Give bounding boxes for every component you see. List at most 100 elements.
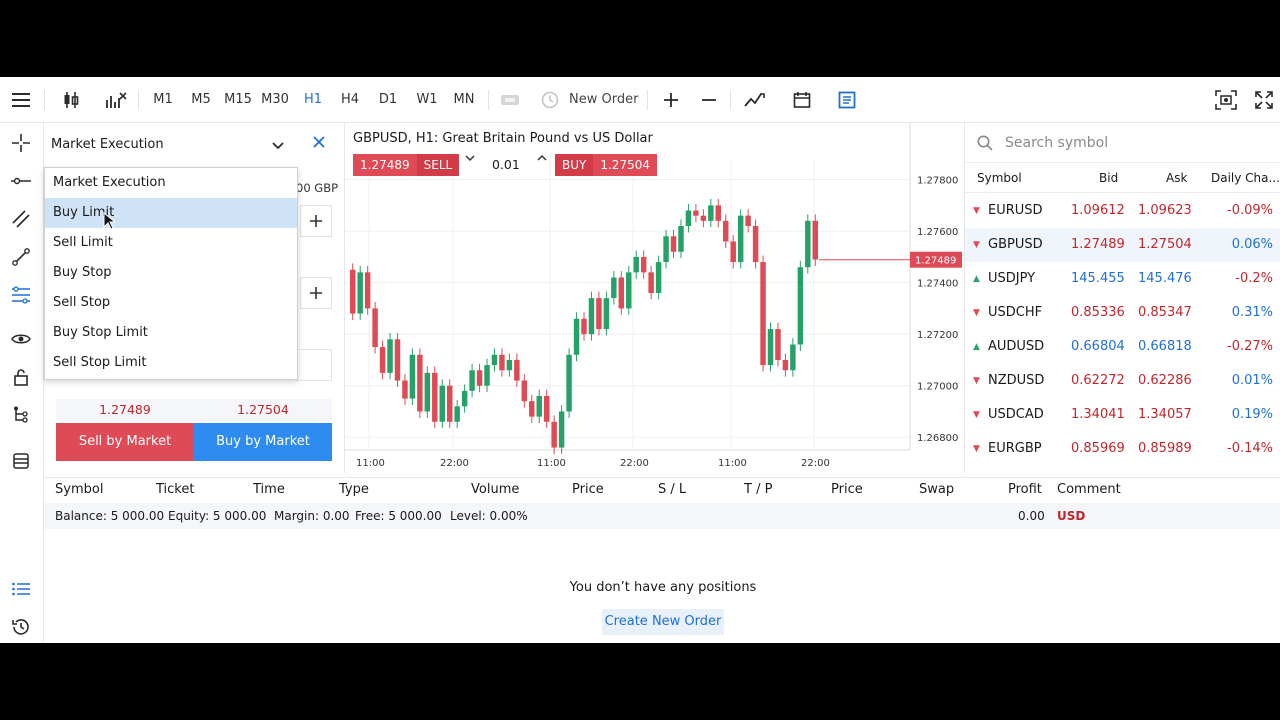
timeframe-m1[interactable]: M1 [150, 77, 176, 123]
watchlist-row[interactable]: ▼ EURGBP 0.85969 0.85989 -0.14% [965, 432, 1280, 466]
option-sell-limit[interactable]: Sell Limit [45, 228, 297, 258]
layers-icon[interactable] [9, 449, 33, 473]
header-ask[interactable]: Ask [1166, 163, 1187, 193]
close-icon[interactable] [312, 135, 326, 153]
col-comment[interactable]: Comment [1057, 478, 1121, 502]
lock-icon[interactable] [9, 365, 33, 389]
candle-body [402, 380, 408, 399]
y-tick-label: 1.26800 [917, 433, 958, 444]
col-ticket[interactable]: Ticket [156, 478, 194, 502]
fibonacci-icon[interactable] [9, 283, 33, 307]
objects-tree-icon[interactable] [9, 403, 33, 427]
candle-body [685, 210, 692, 226]
header-symbol[interactable]: Symbol [977, 163, 1022, 193]
free-margin: Free: 5 000.00 [355, 509, 442, 523]
quick-sell-button[interactable]: 1.27489 SELL [353, 154, 460, 176]
option-buy-limit[interactable]: Buy Limit [45, 198, 297, 228]
sell-by-market-button[interactable]: Sell by Market [56, 423, 194, 461]
option-market-execution[interactable]: Market Execution [45, 168, 297, 198]
col-volume[interactable]: Volume [471, 478, 519, 502]
chevron-down-icon[interactable] [272, 139, 284, 154]
new-order-button[interactable]: New Order [569, 77, 638, 123]
indicators-icon[interactable] [102, 77, 130, 123]
create-new-order-button[interactable]: Create New Order [602, 609, 724, 635]
symbol-search[interactable]: Search symbol [965, 123, 1280, 163]
col-time[interactable]: Time [253, 478, 285, 502]
watchlist-row[interactable]: ▼ GBPUSD 1.27489 1.27504 0.06% [965, 228, 1280, 262]
option-buy-stop-limit[interactable]: Buy Stop Limit [45, 318, 297, 348]
timeframe-d1[interactable]: D1 [375, 77, 401, 123]
timeframe-m5[interactable]: M5 [187, 77, 215, 123]
row-ask: 1.34057 [1138, 407, 1192, 422]
col-profit[interactable]: Profit [1008, 478, 1042, 502]
row-symbol: USDJPY [988, 271, 1036, 286]
option-sell-stop-limit[interactable]: Sell Stop Limit [45, 348, 297, 378]
quick-volume-value[interactable]: 0.01 [492, 154, 520, 176]
fullscreen-icon[interactable] [1252, 77, 1276, 123]
arrow-down-icon: ▼ [973, 376, 980, 386]
row-symbol: EURGBP [988, 441, 1042, 456]
arrow-down-icon: ▼ [973, 240, 980, 250]
calendar-icon[interactable] [790, 77, 814, 123]
increase-volume-button[interactable] [300, 205, 332, 237]
price-chart[interactable]: 1.27800 1.27600 1.27400 1.27200 1.27000 1.268… [344, 123, 964, 473]
arrow-down-icon: ▼ [973, 444, 980, 454]
zoom-out-icon[interactable] [698, 77, 720, 123]
col-symbol[interactable]: Symbol [55, 478, 103, 502]
watchlist-row[interactable]: ▼ USDCHF 0.85336 0.85347 0.31% [965, 296, 1280, 330]
screenshot-icon[interactable] [1213, 77, 1239, 123]
quick-volume-field[interactable]: 0.01 [461, 154, 553, 176]
notes-icon[interactable] [835, 77, 859, 123]
timeframe-m15[interactable]: M15 [223, 77, 253, 123]
one-click-trading-icon[interactable] [498, 77, 522, 123]
candle-body [663, 236, 669, 263]
horizontal-line-icon[interactable] [9, 169, 33, 193]
candle-body [723, 220, 729, 242]
history-icon[interactable] [9, 615, 33, 639]
col-swap[interactable]: Swap [919, 478, 954, 502]
increase-price-button[interactable] [300, 277, 332, 309]
crosshair-icon[interactable] [9, 131, 33, 155]
watchlist-row[interactable]: ▼ NZDUSD 0.62272 0.62286 0.01% [965, 364, 1280, 398]
col-tp[interactable]: T / P [744, 478, 772, 502]
candle-body [633, 256, 639, 273]
watchlist-row[interactable]: ▲ AUDUSD 0.66804 0.66818 -0.27% [965, 330, 1280, 364]
watchlist-row[interactable]: ▼ EURUSD 1.09612 1.09623 -0.09% [965, 194, 1280, 228]
option-buy-stop[interactable]: Buy Stop [45, 258, 297, 288]
eye-icon[interactable] [9, 327, 33, 351]
zoom-in-icon[interactable] [660, 77, 682, 123]
search-input[interactable]: Search symbol [1005, 123, 1108, 163]
candle-body [417, 354, 423, 412]
option-sell-stop[interactable]: Sell Stop [45, 288, 297, 318]
watchlist-row[interactable]: ▲ USDJPY 145.455 145.476 -0.2% [965, 262, 1280, 296]
candle-body [693, 210, 699, 216]
timeframe-mn[interactable]: MN [449, 77, 479, 123]
header-daily-change[interactable]: Daily Cha... [1211, 163, 1280, 193]
header-bid[interactable]: Bid [1099, 163, 1118, 193]
col-sl[interactable]: S / L [658, 478, 686, 502]
trade-list-icon[interactable] [9, 577, 33, 601]
menu-icon[interactable] [8, 77, 34, 123]
candle-body [424, 372, 431, 412]
timeframe-h4[interactable]: H4 [337, 77, 363, 123]
row-ask: 145.476 [1138, 271, 1192, 286]
buy-by-market-button[interactable]: Buy by Market [194, 423, 332, 461]
col-current-price[interactable]: Price [831, 478, 863, 502]
execution-type-select[interactable]: Market Execution [51, 131, 289, 159]
col-type[interactable]: Type [339, 478, 369, 502]
parallel-lines-icon[interactable] [9, 207, 33, 231]
candle-body [446, 385, 453, 422]
candle-body [678, 225, 684, 252]
chart-tools-icon[interactable] [742, 77, 768, 123]
timeframe-w1[interactable]: W1 [413, 77, 441, 123]
watchlist-row[interactable]: ▼ USDCAD 1.34041 1.34057 0.19% [965, 398, 1280, 432]
candle-body [715, 205, 722, 221]
candle-body [648, 272, 654, 293]
col-price[interactable]: Price [572, 478, 604, 502]
candle-body [357, 272, 363, 314]
timeframe-h1[interactable]: H1 [300, 77, 326, 123]
candlestick-chart-icon[interactable] [58, 77, 84, 123]
quick-buy-button[interactable]: BUY 1.27504 [555, 154, 657, 176]
timeframe-m30[interactable]: M30 [259, 77, 291, 123]
trendline-icon[interactable] [9, 245, 33, 269]
